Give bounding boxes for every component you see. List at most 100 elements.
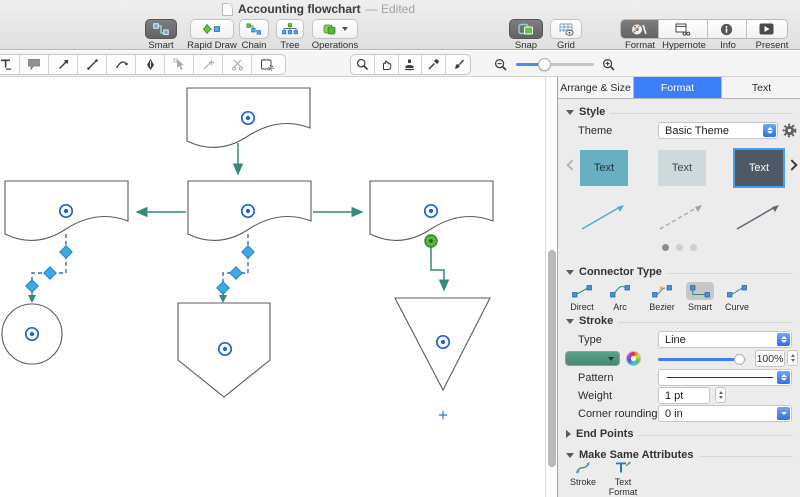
pen-tool-button[interactable] <box>136 55 165 74</box>
snap-button[interactable] <box>509 19 543 39</box>
opacity-slider-track[interactable] <box>658 353 746 365</box>
smart-button[interactable] <box>145 19 177 39</box>
make-same-stroke-button[interactable]: Stroke <box>562 461 604 488</box>
eyedropper-icon <box>428 59 440 70</box>
connector-type-section-header[interactable]: Connector Type <box>566 266 793 278</box>
center-marker[interactable] <box>240 203 256 219</box>
center-marker[interactable] <box>423 203 439 219</box>
zoom-tool-button[interactable] <box>351 55 375 74</box>
arrow-style-dark[interactable] <box>736 205 779 230</box>
connector-option-curve[interactable]: Curve <box>719 282 755 312</box>
green-endpoint-handle[interactable] <box>424 234 438 248</box>
opacity-stepper[interactable] <box>787 350 798 366</box>
operations-button[interactable] <box>312 19 358 39</box>
zoom-out-icon[interactable] <box>494 58 508 72</box>
theme-gear-icon[interactable] <box>782 123 797 138</box>
corner-rounding-select[interactable]: 0 in <box>658 405 792 422</box>
pen-icon <box>146 58 154 70</box>
pager-dot[interactable] <box>690 244 697 251</box>
center-marker[interactable] <box>240 110 256 126</box>
hypernote-icon <box>675 23 690 36</box>
swatch-next-icon[interactable] <box>786 159 798 171</box>
make-same-text-format-button[interactable]: Text Format <box>602 461 644 497</box>
eyedropper-tool-button[interactable] <box>422 55 447 74</box>
stroke-type-select[interactable]: Line <box>658 331 792 348</box>
comment-tool-button[interactable] <box>20 55 49 74</box>
pager-dot-active[interactable] <box>662 244 669 251</box>
chain-button[interactable] <box>239 19 269 39</box>
arrow-style-dashed[interactable] <box>659 205 702 230</box>
theme-swatch-2[interactable]: Text <box>658 150 706 186</box>
center-marker[interactable] <box>217 341 233 357</box>
info-icon <box>721 23 733 35</box>
hypernote-button[interactable] <box>658 20 708 38</box>
plus-mark[interactable] <box>439 411 447 419</box>
style-section-header[interactable]: Style <box>566 106 793 118</box>
center-marker[interactable] <box>24 326 40 342</box>
present-button[interactable] <box>746 20 787 38</box>
style-brush-tool-button[interactable] <box>446 55 470 74</box>
stamp-tool-button[interactable] <box>399 55 423 74</box>
swatch-prev-icon[interactable] <box>566 159 578 171</box>
opacity-slider-fill <box>658 358 740 361</box>
handle-diamond[interactable] <box>59 245 73 259</box>
edit-node-icon <box>173 58 184 70</box>
tools-toolbar <box>0 51 800 77</box>
weight-stepper[interactable] <box>715 387 726 403</box>
canvas-vertical-scrollbar[interactable] <box>548 250 556 467</box>
theme-swatch-3[interactable]: Text <box>733 148 785 188</box>
tab-arrange-size[interactable]: Arrange & Size <box>558 77 634 98</box>
center-marker[interactable] <box>435 334 451 350</box>
grid-button[interactable] <box>550 19 582 39</box>
handle-diamond[interactable] <box>25 279 39 293</box>
connector-option-arc[interactable]: Arc <box>602 282 638 312</box>
drawing-canvas[interactable] <box>0 77 557 497</box>
document-proxy-icon[interactable] <box>222 2 233 16</box>
theme-swatch-1[interactable]: Text <box>580 150 628 186</box>
arrow-style-teal[interactable] <box>581 205 624 230</box>
line-tool-button[interactable] <box>78 55 107 74</box>
add-anchor-tool-button[interactable] <box>194 55 223 74</box>
split-tool-button[interactable] <box>223 55 252 74</box>
pan-tool-button[interactable] <box>375 55 399 74</box>
opacity-value-field[interactable]: 100% <box>755 350 785 367</box>
text-tool-button[interactable] <box>0 55 20 74</box>
color-wheel-button[interactable] <box>626 351 641 366</box>
zoom-slider-knob[interactable] <box>538 58 551 71</box>
stroke-section-header[interactable]: Stroke <box>566 315 793 327</box>
rapid-draw-button[interactable] <box>190 19 234 39</box>
solid-line-preview <box>667 377 773 378</box>
make-same-section-header[interactable]: Make Same Attributes <box>566 449 793 461</box>
page-boundary <box>545 77 546 497</box>
connector-option-bezier[interactable]: Bezier <box>644 282 680 312</box>
tab-text[interactable]: Text <box>722 77 800 98</box>
center-marker[interactable] <box>58 203 74 219</box>
opacity-slider-knob[interactable] <box>734 353 745 365</box>
theme-select[interactable]: Basic Theme <box>658 122 778 139</box>
tab-format[interactable]: Format <box>634 77 722 98</box>
zoom-in-icon[interactable] <box>602 58 616 72</box>
pattern-select[interactable] <box>658 369 792 386</box>
info-button[interactable] <box>707 20 747 38</box>
handle-diamond[interactable] <box>241 245 255 259</box>
handle-diamond[interactable] <box>216 281 230 295</box>
zoom-slider-track[interactable] <box>516 58 594 71</box>
connector-right-to-triangle[interactable] <box>430 247 450 292</box>
format-button[interactable] <box>621 20 659 38</box>
stroke-color-well[interactable] <box>565 351 620 366</box>
tree-button[interactable] <box>276 19 304 39</box>
pager-dot[interactable] <box>676 244 683 251</box>
edit-node-tool-button[interactable] <box>165 55 194 74</box>
connector-option-smart[interactable]: Smart <box>682 282 718 312</box>
shape-data-tool-button[interactable] <box>252 55 281 74</box>
connector-option-direct[interactable]: Direct <box>564 282 600 312</box>
stepper-icon <box>777 371 790 384</box>
end-points-section-header[interactable]: End Points <box>566 428 793 440</box>
handle-diamond[interactable] <box>229 266 243 280</box>
weight-field[interactable]: 1 pt <box>658 387 710 404</box>
curve-tool-button[interactable] <box>107 55 136 74</box>
app-window: Accounting flowchart — Edited Smart Rapi… <box>0 0 800 497</box>
arrow-tool-button[interactable] <box>49 55 78 74</box>
disclosure-down-icon <box>566 269 574 275</box>
handle-diamond[interactable] <box>43 266 57 280</box>
